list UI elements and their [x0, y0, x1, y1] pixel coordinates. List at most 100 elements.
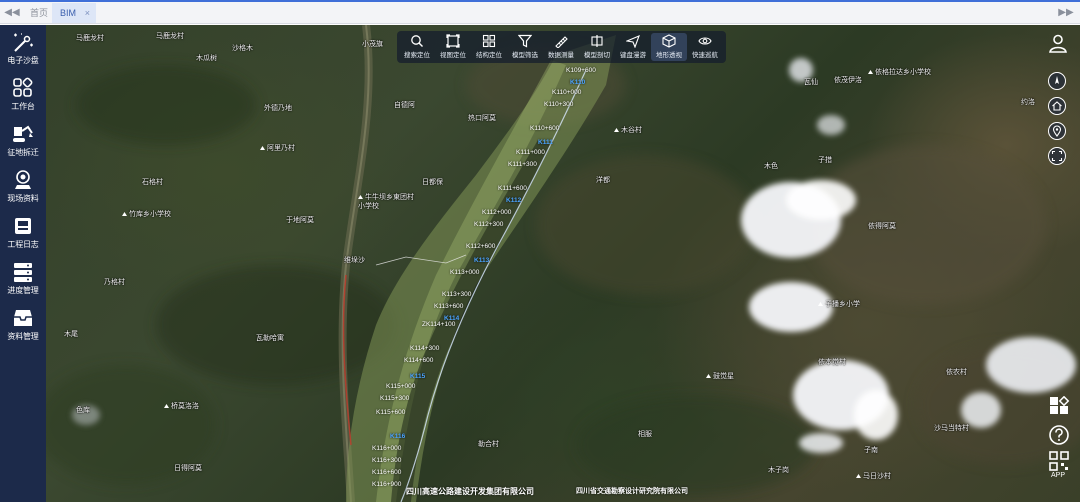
view-frame-icon — [446, 34, 460, 48]
map-place-label: 子措 — [818, 157, 832, 164]
sidebar-item-workbench[interactable]: 工作台 — [0, 75, 46, 119]
tool-label: 键盘漫游 — [620, 52, 646, 59]
map-place-label: 马鹿龙村 — [76, 35, 104, 42]
compass-button[interactable] — [1048, 72, 1066, 90]
tool-search-locate[interactable]: 搜索定位 — [399, 33, 435, 61]
sidebar-item-label: 电子沙盘 — [7, 56, 39, 65]
chainage-label: K113+000 — [450, 269, 480, 276]
map-place-label: 木尾 — [64, 331, 78, 338]
map-place-label: 于地阿莫 — [286, 217, 314, 224]
app-qr-button[interactable] — [1048, 450, 1070, 472]
map-place-label: 鼓觉星 — [706, 371, 734, 381]
fullscreen-icon — [1051, 150, 1063, 162]
place-pin-icon — [614, 128, 619, 132]
chainage-label: K116+300 — [372, 457, 402, 464]
map-place-label: 日得阿莫 — [174, 465, 202, 472]
tab-bim[interactable]: BIM × — [52, 3, 97, 23]
tool-view-locate[interactable]: 视图定位 — [435, 33, 471, 61]
location-pin-icon — [1052, 125, 1062, 137]
map-place-label: 自德阿 — [394, 102, 415, 109]
sidebar-item-land-acquisition[interactable]: 征地拆迁 — [0, 121, 46, 165]
sidebar-item-progress[interactable]: 进度管理 — [0, 259, 46, 303]
chainage-label: K113+600 — [434, 303, 464, 310]
user-button[interactable] — [1048, 33, 1068, 53]
map-place-label: 小茂旗 — [362, 41, 383, 48]
place-pin-icon — [856, 474, 861, 478]
map-place-label: 阿里乃村 — [260, 143, 295, 153]
map-viewport[interactable]: 马鹿龙村 马鹿龙村 小茂旗 木瓜树 沙格木 外德乃地 阿里乃村 石格村 竹库乡小… — [46, 25, 1080, 502]
map-place-label: 沙马当特村 — [934, 425, 969, 432]
archive-icon — [14, 310, 32, 326]
help-button[interactable] — [1048, 424, 1070, 446]
excavator-icon — [13, 125, 33, 142]
map-place-label: 马日沙村 — [856, 471, 891, 481]
tool-terrain-perspective[interactable]: 地形透视 — [651, 33, 687, 61]
terrain-layer — [46, 25, 1080, 502]
map-place-label: 子南 — [864, 447, 878, 454]
company-name: 四川高速公路建设开发集团有限公司 — [406, 487, 534, 496]
sidebar-item-site-data[interactable]: 现场资料 — [0, 167, 46, 211]
chainage-marker[interactable]: K111 — [538, 139, 553, 146]
home-icon — [1052, 101, 1062, 111]
map-place-label: 相服 — [638, 431, 652, 438]
app-label: APP — [1050, 472, 1065, 479]
chainage-marker[interactable]: K112 — [506, 197, 521, 204]
chainage-label: K115+000 — [386, 383, 416, 390]
map-place-label: 瓦仙 — [804, 79, 818, 86]
map-place-label: 木谷村 — [614, 125, 642, 135]
sidebar-item-label: 征地拆迁 — [7, 148, 39, 157]
map-place-label: 日都保 — [422, 179, 443, 186]
chainage-marker[interactable]: K114 — [444, 315, 459, 322]
tool-quick-cruise[interactable]: 快速巡航 — [687, 33, 723, 61]
measure-icon — [555, 36, 568, 48]
plane-icon — [626, 35, 640, 48]
sidebar-item-label: 现场资料 — [7, 194, 39, 203]
chainage-marker[interactable]: K113 — [474, 257, 489, 264]
chainage-marker[interactable]: K116 — [390, 433, 405, 440]
chainage-marker[interactable]: K110 — [570, 79, 585, 86]
home-view-button[interactable] — [1048, 97, 1066, 115]
sidebar: 电子沙盘 工作台 征地拆迁 现场资料 工程日志 进度管理 资料管理 — [0, 25, 46, 502]
map-place-label: 木瓜树 — [196, 55, 217, 62]
chainage-label: K112+300 — [474, 221, 504, 228]
place-pin-icon — [164, 404, 169, 408]
sidebar-item-sandbox[interactable]: 电子沙盘 — [0, 29, 46, 73]
map-place-label: 外德乃地 — [264, 105, 292, 112]
map-place-label: 马鹿龙村 — [156, 33, 184, 40]
layers-button[interactable] — [1048, 395, 1070, 418]
locate-button[interactable] — [1048, 122, 1066, 140]
map-place-label: 牛牛坝乡東团村小学校 — [358, 194, 414, 210]
map-place-label: 竹库乡小学校 — [122, 209, 171, 219]
chainage-label: K110+000 — [552, 89, 582, 96]
sidebar-item-log[interactable]: 工程日志 — [0, 213, 46, 257]
place-pin-icon — [260, 146, 265, 150]
tool-keyboard-roam[interactable]: 键盘漫游 — [615, 33, 651, 61]
tab-bim-label: BIM — [60, 8, 77, 18]
chainage-label: K114+600 — [404, 357, 434, 364]
chainage-label: K114+300 — [410, 345, 440, 352]
tool-structure-locate[interactable]: 结构定位 — [471, 33, 507, 61]
tool-label: 结构定位 — [476, 52, 502, 59]
chainage-label: K115+600 — [376, 409, 406, 416]
chainage-label: K112+600 — [466, 243, 496, 250]
sidebar-item-archive[interactable]: 资料管理 — [0, 305, 46, 349]
map-place-label: 色库 — [76, 407, 90, 414]
app-root: ◀◀ 首页 BIM × ▶▶ 电子沙盘 工作台 征地拆迁 现场资料 工程日志 进… — [0, 0, 1080, 502]
tool-data-measure[interactable]: 数据测量 — [543, 33, 579, 61]
company-logo-2: 四川省交通勘察设计研究院有限公司 — [576, 486, 688, 496]
place-pin-icon — [818, 302, 823, 306]
chainage-marker[interactable]: K115 — [410, 373, 425, 380]
tab-close-icon[interactable]: × — [85, 3, 90, 23]
place-pin-icon — [706, 374, 711, 378]
tool-model-section[interactable]: 模型剖切 — [579, 33, 615, 61]
map-place-label: 桥莫洛洛 — [164, 401, 199, 411]
tab-scroll-left-icon[interactable]: ◀◀ — [4, 5, 20, 21]
tool-model-filter[interactable]: 模型筛选 — [507, 33, 543, 61]
map-place-label: 洋都 — [596, 177, 610, 184]
fullscreen-button[interactable] — [1048, 147, 1066, 165]
tab-scroll-right-icon[interactable]: ▶▶ — [1058, 5, 1074, 21]
chainage-label: K112+000 — [482, 209, 512, 216]
tool-label: 数据测量 — [548, 52, 574, 59]
chainage-label: K111+000 — [516, 149, 545, 156]
filter-icon — [518, 34, 532, 48]
